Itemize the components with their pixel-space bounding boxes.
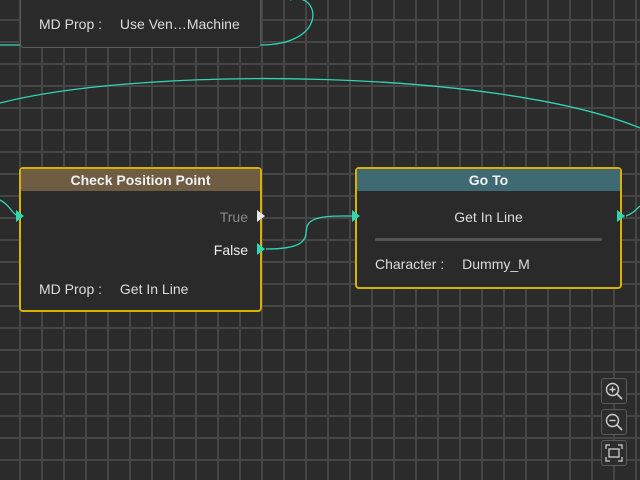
goto-input-port[interactable] [352, 210, 360, 222]
wire-top-arc [0, 77, 640, 129]
zoom-in-button[interactable] [601, 378, 627, 404]
wire-goto-out [625, 205, 640, 217]
node-title: Check Position Point [21, 169, 260, 191]
node-title: Go To [357, 169, 620, 191]
true-port-label: True [219, 209, 248, 225]
wire-false-to-goto [265, 215, 353, 250]
false-output-port[interactable] [257, 243, 265, 255]
md-prop-row: MD Prop : Use Ven…Machine [39, 16, 240, 32]
check-position-point-node[interactable]: Check Position Point True False MD Prop … [19, 167, 262, 312]
true-output-port[interactable] [257, 210, 265, 222]
md-prop-key: MD Prop : [39, 16, 103, 32]
zoom-out-button[interactable] [601, 409, 627, 435]
zoom-in-icon [605, 382, 623, 400]
fit-view-button[interactable] [601, 440, 627, 466]
md-prop-value[interactable]: Get In Line [120, 281, 189, 297]
fit-view-icon [605, 444, 623, 462]
false-port-label: False [213, 242, 248, 258]
go-to-node[interactable]: Go To Get In Line Character : Dummy_M [355, 167, 622, 289]
md-prop-key: MD Prop : [39, 281, 103, 297]
check-input-port[interactable] [16, 210, 24, 222]
go-to-subtitle: Get In Line [454, 209, 523, 225]
character-row: Character : Dummy_M [375, 256, 530, 272]
md-prop-row: MD Prop : Get In Line [39, 281, 188, 297]
zoom-out-icon [605, 413, 623, 431]
md-prop-value[interactable]: Use Ven…Machine [120, 16, 240, 32]
node-divider [375, 238, 602, 241]
character-key: Character : [375, 256, 445, 272]
goto-output-port[interactable] [617, 210, 625, 222]
character-value[interactable]: Dummy_M [462, 256, 530, 272]
md-prop-node-top[interactable]: MD Prop : Use Ven…Machine [20, 0, 261, 48]
